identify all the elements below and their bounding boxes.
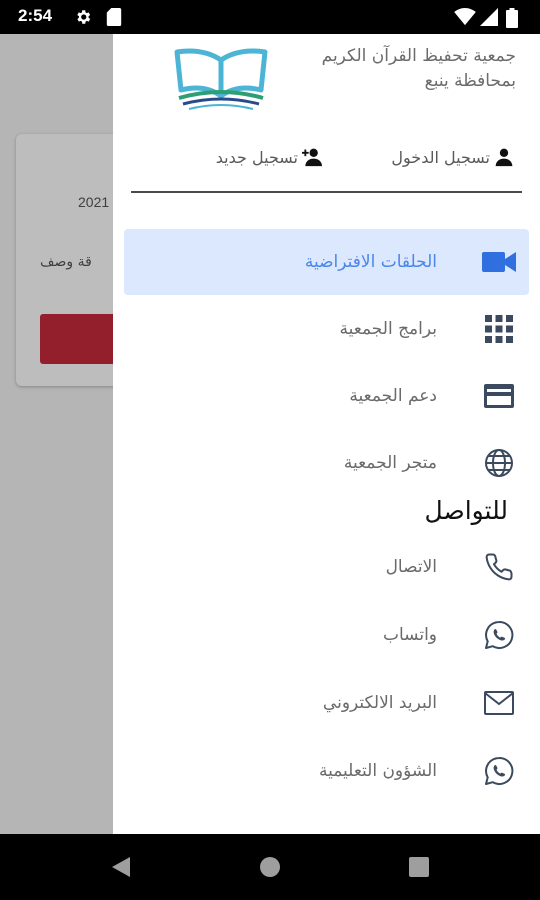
whatsapp-icon bbox=[481, 617, 517, 653]
back-icon[interactable] bbox=[110, 856, 132, 878]
auth-divider bbox=[131, 191, 522, 193]
menu-item-programs[interactable]: برامج الجمعية bbox=[124, 296, 529, 362]
wifi-icon bbox=[454, 8, 476, 26]
person-add-icon bbox=[302, 148, 322, 167]
menu-item-virtual-circles[interactable]: الحلقات الافتراضية bbox=[124, 229, 529, 295]
home-icon[interactable] bbox=[259, 856, 281, 878]
status-time: 2:54 bbox=[18, 6, 53, 25]
menu-item-label: الاتصال bbox=[385, 557, 437, 577]
grid-apps-icon bbox=[481, 311, 517, 347]
settings-icon bbox=[77, 10, 91, 24]
battery-icon bbox=[506, 8, 518, 28]
credit-card-icon bbox=[481, 378, 517, 414]
menu-item-label: دعم الجمعية bbox=[349, 386, 437, 406]
menu-item-support[interactable]: دعم الجمعية bbox=[124, 363, 529, 429]
person-icon bbox=[495, 148, 513, 167]
menu-item-label: متجر الجمعية bbox=[343, 453, 437, 473]
video-camera-icon bbox=[481, 244, 517, 280]
globe-icon bbox=[481, 445, 517, 481]
menu-item-label: الحلقات الافتراضية bbox=[304, 252, 437, 272]
menu-item-label: برامج الجمعية bbox=[339, 319, 437, 339]
navigation-drawer: جمعية تحفيظ القرآن الكريم بمحافظة ينبع ت… bbox=[113, 34, 540, 834]
menu-item-label: البريد الالكتروني bbox=[322, 693, 437, 713]
register-button[interactable]: تسجيل جديد bbox=[216, 142, 322, 172]
contact-section-title: للتواصل bbox=[424, 496, 508, 525]
recents-icon[interactable] bbox=[408, 856, 430, 878]
menu-item-store[interactable]: متجر الجمعية bbox=[124, 430, 529, 496]
sd-card-icon bbox=[106, 8, 122, 26]
association-logo bbox=[174, 48, 268, 110]
menu-item-label: الشؤون التعليمية bbox=[318, 761, 437, 781]
menu-item-email[interactable]: البريد الالكتروني bbox=[124, 670, 529, 736]
organization-name: جمعية تحفيظ القرآن الكريم بمحافظة ينبع bbox=[321, 46, 516, 91]
phone-icon bbox=[481, 549, 517, 585]
status-bar: 2:54 bbox=[0, 0, 540, 34]
menu-item-label: واتساب bbox=[382, 625, 437, 645]
login-button[interactable]: تسجيل الدخول bbox=[391, 142, 514, 172]
menu-item-call[interactable]: الاتصال bbox=[124, 534, 529, 600]
system-navigation-bar bbox=[0, 834, 540, 900]
whatsapp-icon bbox=[481, 753, 517, 789]
email-icon bbox=[481, 685, 517, 721]
menu-item-education-affairs[interactable]: الشؤون التعليمية bbox=[124, 738, 529, 804]
login-label: تسجيل الدخول bbox=[391, 147, 490, 167]
menu-item-whatsapp[interactable]: واتساب bbox=[124, 602, 529, 668]
signal-icon bbox=[480, 8, 498, 26]
register-label: تسجيل جديد bbox=[215, 147, 298, 167]
